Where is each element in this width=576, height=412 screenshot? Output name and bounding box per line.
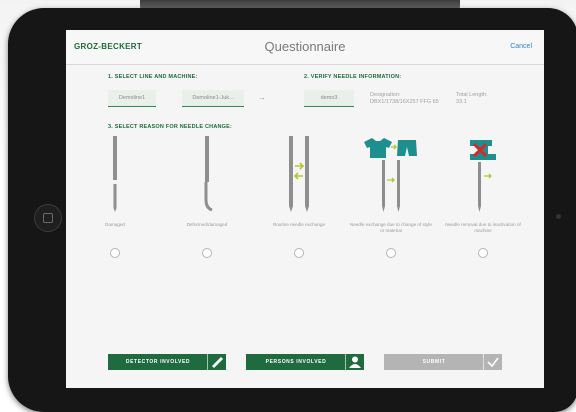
needle-exchange-icon xyxy=(289,136,309,212)
option-caption: Needle removal due to inactivation of ma… xyxy=(445,222,521,233)
radio-button[interactable] xyxy=(202,248,212,258)
arrow-right-icon: → xyxy=(258,93,266,102)
garment-needle-exchange-icon xyxy=(364,138,417,212)
total-length-label: Total Length: xyxy=(456,92,488,98)
designation-value: DBX1/1738/16X257 FFG 65 xyxy=(370,99,439,105)
step2-heading: 2. VERIFY NEEDLE INFORMATION: xyxy=(304,74,402,80)
reason-option-damaged[interactable]: Damaged xyxy=(72,136,158,258)
navigation-bar: GROZ-BECKERT Questionnaire Cancel xyxy=(66,30,544,65)
radio-button[interactable] xyxy=(294,248,304,258)
home-button[interactable] xyxy=(34,204,62,232)
radio-button[interactable] xyxy=(478,248,488,258)
line-field[interactable]: Demoline1 xyxy=(108,90,156,107)
radio-button[interactable] xyxy=(110,248,120,258)
broken-needle-icon xyxy=(113,136,117,212)
radio-button[interactable] xyxy=(386,248,396,258)
checkmark-icon xyxy=(483,354,499,370)
step3-heading: 3. SELECT REASON FOR NEEDLE CHANGE: xyxy=(108,124,233,130)
submit-label: SUBMIT xyxy=(422,359,446,365)
reason-option-deformed[interactable]: Deformed/damaged xyxy=(164,136,250,258)
cancel-button[interactable]: Cancel xyxy=(510,43,532,50)
step1-heading: 1. SELECT LINE AND MACHINE: xyxy=(108,74,198,80)
persons-involved-button[interactable]: PERSONS INVOLVED xyxy=(246,354,364,370)
app-screen: GROZ-BECKERT Questionnaire Cancel 1. SEL… xyxy=(66,30,544,388)
persons-involved-label: PERSONS INVOLVED xyxy=(265,359,327,365)
option-caption: Routine needle exchange xyxy=(272,222,326,227)
reason-option-style-change[interactable]: Needle exchange due to change of style o… xyxy=(348,136,434,258)
submit-button[interactable]: SUBMIT xyxy=(384,354,502,370)
detector-involved-label: DETECTOR INVOLVED xyxy=(125,359,191,365)
option-caption: Needle exchange due to change of style o… xyxy=(350,222,432,233)
option-caption: Damaged xyxy=(105,222,125,227)
total-length-value: 33.1 xyxy=(456,99,467,105)
page-title: Questionnaire xyxy=(264,39,346,54)
camera xyxy=(556,214,561,219)
designation-label: Designation: xyxy=(370,92,401,98)
person-icon xyxy=(345,354,361,370)
machine-inactive-needle-icon xyxy=(470,140,496,212)
machine-field[interactable]: Demoline1-Juk... xyxy=(182,90,244,107)
needle-field[interactable]: demo3 xyxy=(304,90,354,107)
reason-option-machine-inactive[interactable]: Needle removal due to inactivation of ma… xyxy=(440,136,526,258)
detector-involved-button[interactable]: DETECTOR INVOLVED xyxy=(108,354,226,370)
bent-needle-icon xyxy=(204,136,213,212)
reason-option-routine[interactable]: Routine needle exchange xyxy=(256,136,342,258)
option-caption: Deformed/damaged xyxy=(186,222,228,227)
pen-icon xyxy=(207,354,223,370)
